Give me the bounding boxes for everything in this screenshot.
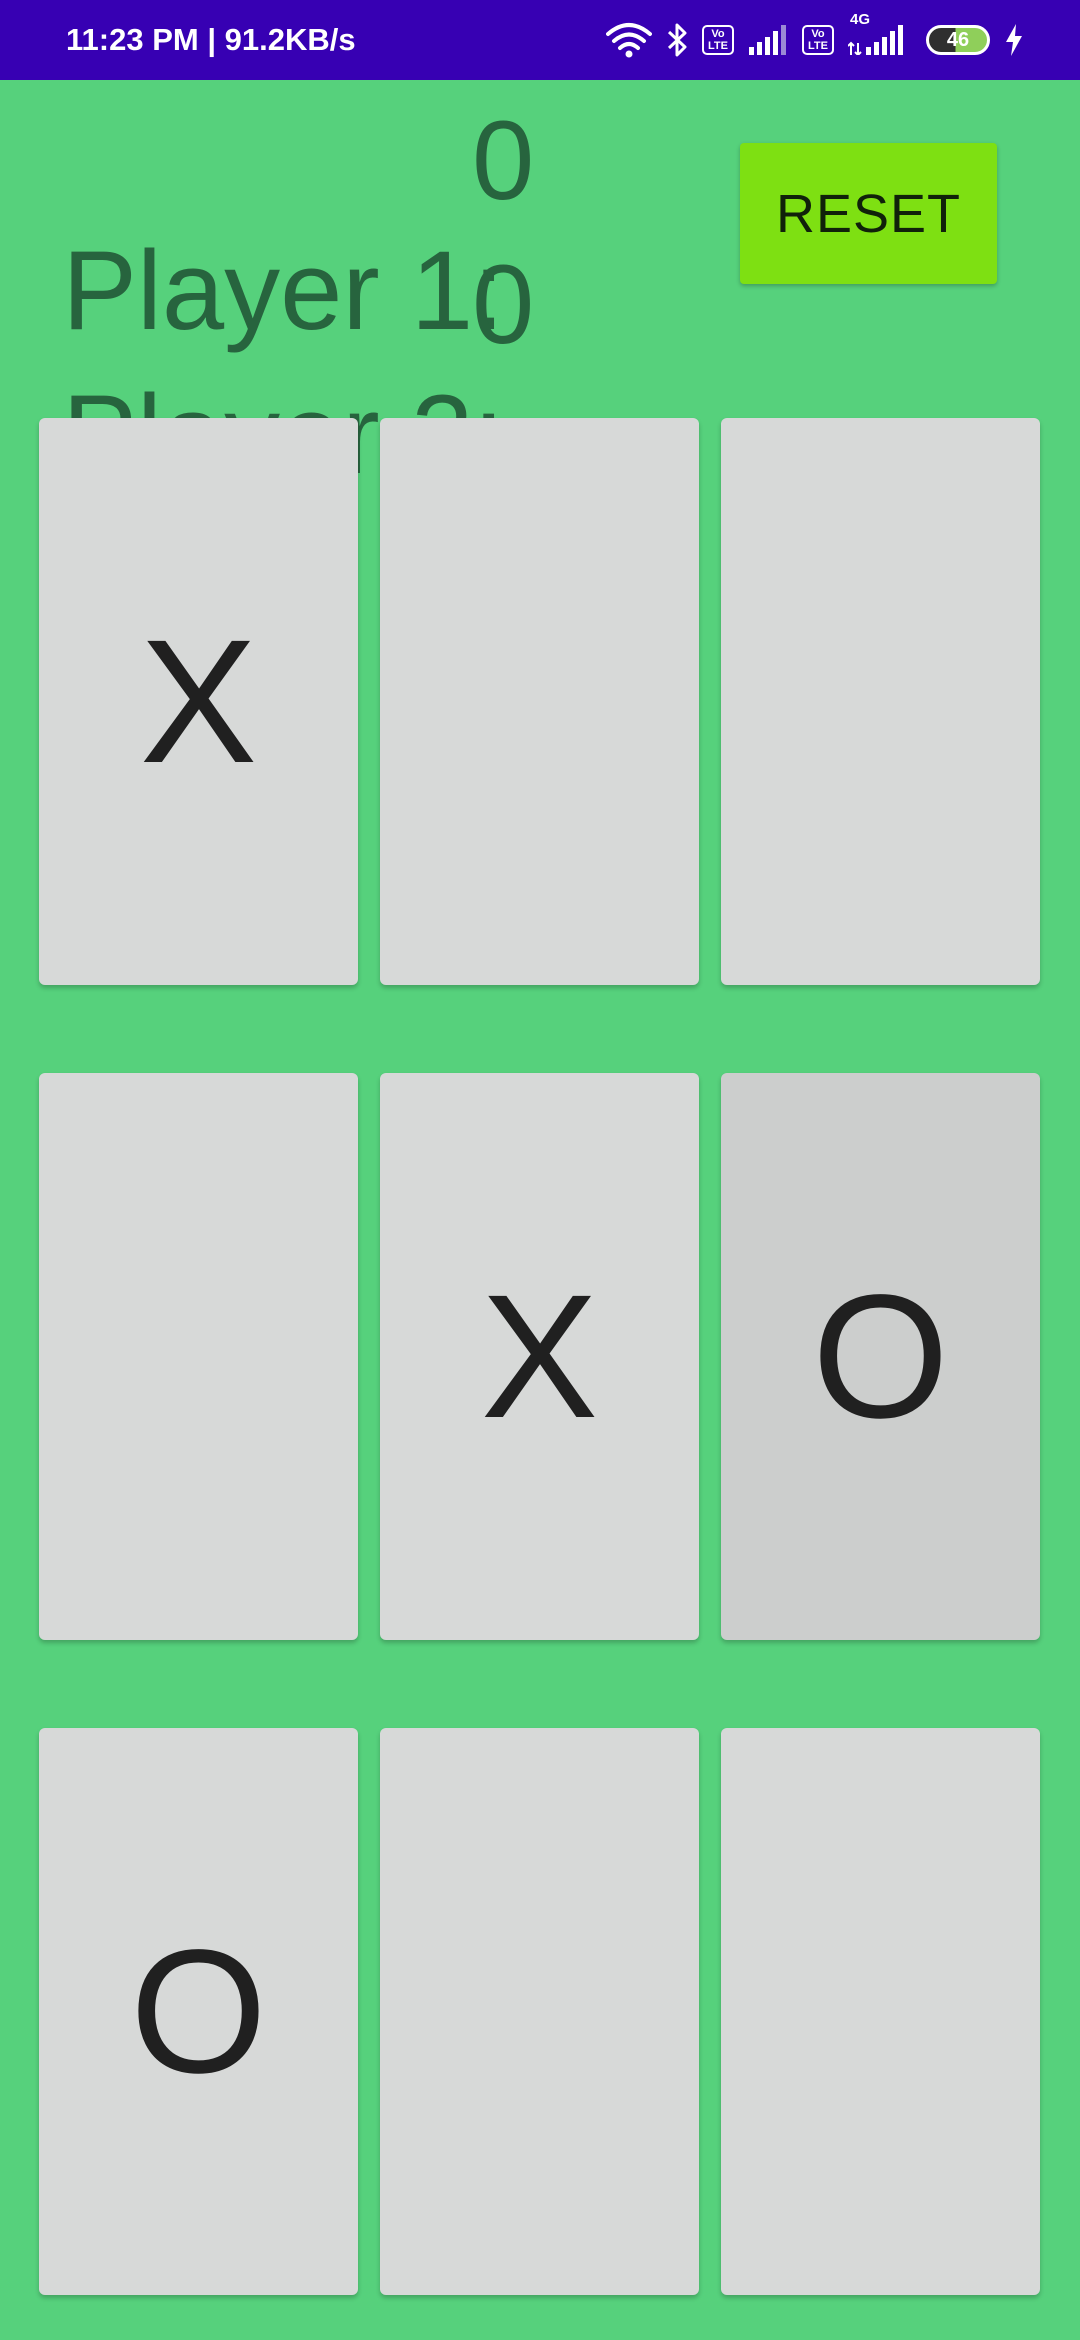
bluetooth-icon (666, 22, 688, 58)
4g-signal-icon: 4G (848, 11, 904, 55)
board-cell-5[interactable]: X (380, 1073, 699, 1640)
charging-icon (1004, 24, 1024, 56)
network-type-label: 4G (850, 11, 871, 28)
status-icons: Vo LTE Vo LTE 4G 46 (592, 0, 1024, 80)
reset-button[interactable]: RESET (740, 143, 997, 284)
board-cell-2[interactable] (380, 418, 699, 985)
volte-icon: Vo LTE (802, 25, 834, 55)
board-cell-9[interactable] (721, 1728, 1040, 2295)
battery-icon: 46 (926, 25, 990, 55)
board-cell-7[interactable]: O (39, 1728, 358, 2295)
board-cell-8[interactable] (380, 1728, 699, 2295)
status-bar: 11:23 PM | 91.2KB/s Vo LTE Vo LTE 4G 46 (0, 0, 1080, 80)
player2-score: 0 (472, 242, 535, 367)
status-time: 11:23 PM (66, 22, 199, 57)
signal-icon (748, 25, 788, 55)
status-time-speed: 11:23 PM | 91.2KB/s (66, 22, 356, 57)
player1-score: 0 (472, 98, 535, 223)
volte-icon: Vo LTE (702, 25, 734, 55)
board-cell-3[interactable] (721, 418, 1040, 985)
board-cell-6[interactable]: O (721, 1073, 1040, 1640)
status-network-speed: 91.2KB/s (224, 22, 356, 57)
board-cell-4[interactable] (39, 1073, 358, 1640)
battery-level: 46 (926, 25, 990, 55)
board-cell-1[interactable]: X (39, 418, 358, 985)
wifi-icon (606, 22, 652, 58)
